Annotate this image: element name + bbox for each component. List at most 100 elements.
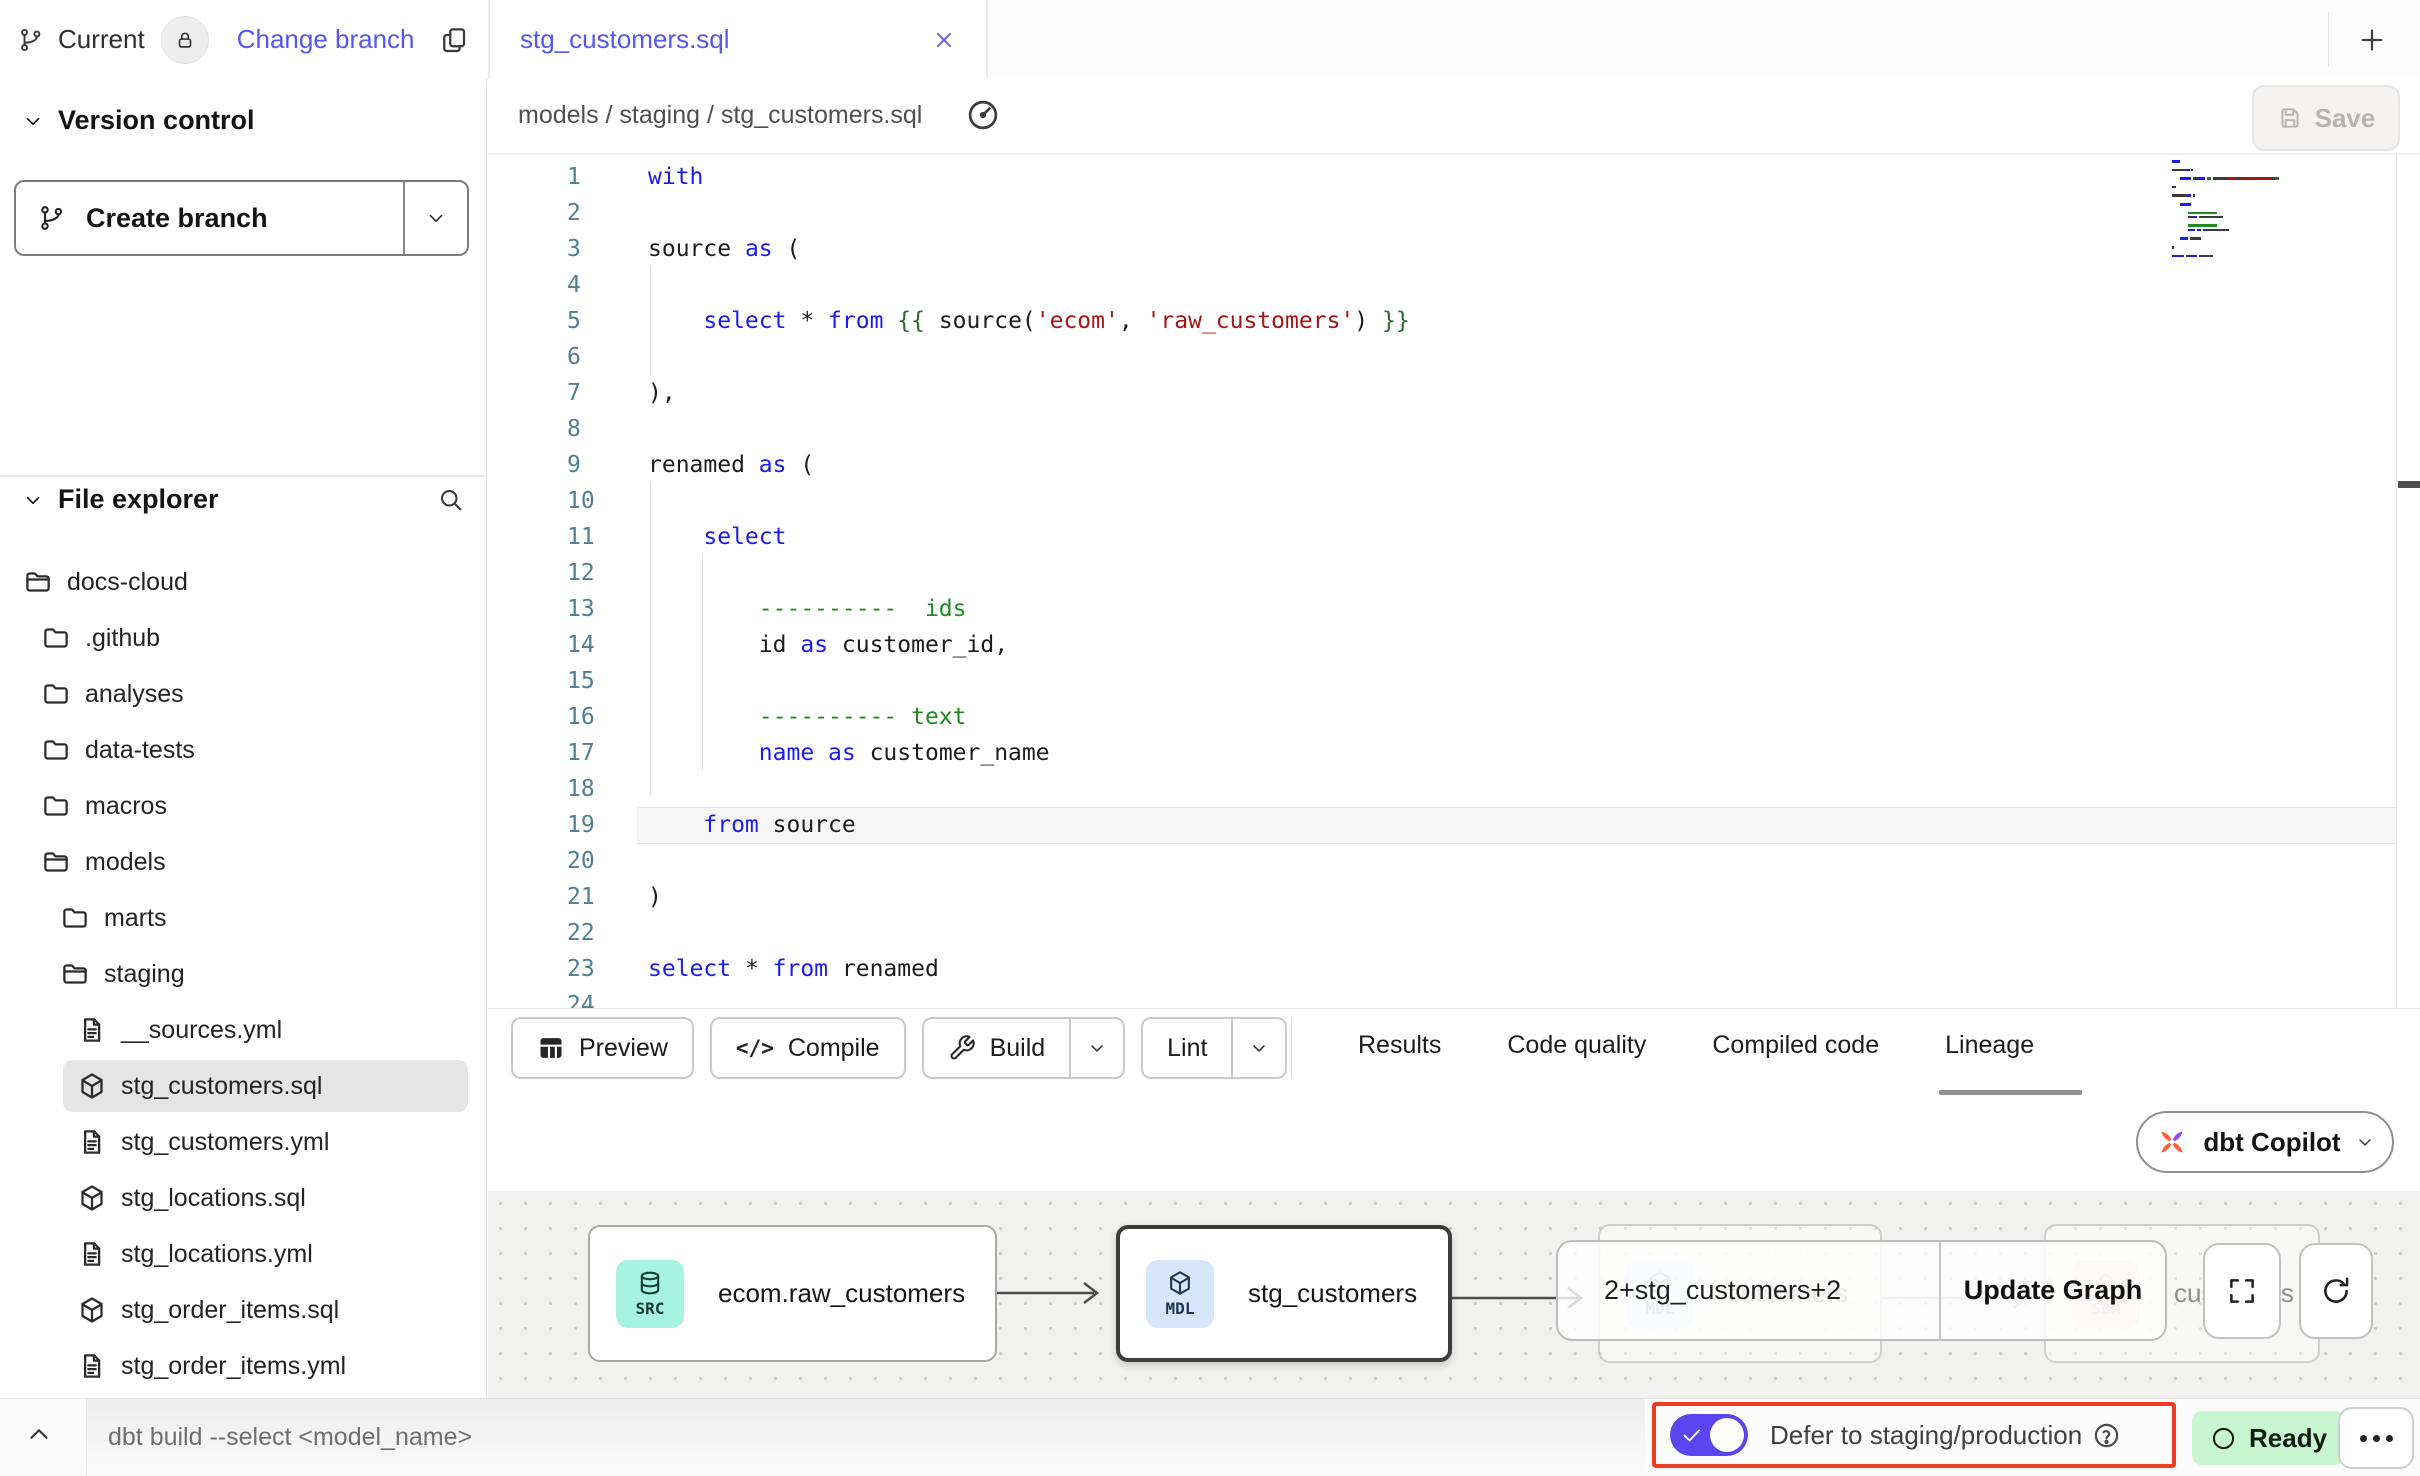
active-tab-underline	[1939, 1090, 2082, 1095]
tab-code-quality[interactable]: Code quality	[1507, 1031, 1646, 1060]
command-input-placeholder[interactable]: dbt build --select <model_name>	[108, 1423, 472, 1452]
file-tree: docs-cloud.githubanalysesdata-testsmacro…	[0, 554, 486, 1394]
build-dropdown[interactable]	[1071, 1019, 1123, 1077]
line-number: 17	[567, 735, 595, 771]
lineage-node-stg_customers[interactable]: MDL stg_customers	[1116, 1225, 1452, 1362]
line-number: 12	[567, 555, 595, 591]
line-number: 10	[567, 483, 595, 519]
file-icon	[77, 1239, 107, 1269]
file-icon	[77, 1127, 107, 1157]
code-editor[interactable]: 123456789101112131415161718192021222324 …	[488, 155, 2420, 1008]
tab-results[interactable]: Results	[1358, 1031, 1441, 1060]
tree-file-stg_locations.yml[interactable]: stg_locations.yml	[0, 1226, 486, 1282]
tab-stg-customers-sql[interactable]: stg_customers.sql	[488, 0, 988, 79]
change-branch-link[interactable]: Change branch	[237, 24, 415, 55]
compile-button[interactable]: </>Compile	[710, 1017, 906, 1079]
help-icon[interactable]	[2092, 1421, 2121, 1450]
tree-folder-macros[interactable]: macros	[0, 778, 486, 834]
file-icon	[77, 1015, 107, 1045]
tree-folder-docs-cloud[interactable]: docs-cloud	[0, 554, 486, 610]
folder-open-icon	[23, 567, 53, 597]
file-explorer-header[interactable]: File explorer	[22, 484, 465, 515]
dbt-cloud-ide: Current Change branch stg_customers.sql …	[0, 0, 2420, 1476]
ready-label: Ready	[2249, 1423, 2327, 1454]
dbt-copilot-button[interactable]: dbt Copilot	[2136, 1111, 2394, 1173]
line-number: 22	[567, 915, 595, 951]
build-button[interactable]: Build	[922, 1017, 1126, 1079]
folder-icon	[41, 735, 71, 765]
search-icon[interactable]	[437, 486, 465, 514]
node-label: stg_customers	[1248, 1278, 1417, 1309]
save-button[interactable]: Save	[2252, 85, 2400, 151]
lint-button[interactable]: Lint	[1141, 1017, 1287, 1079]
gauge-icon[interactable]	[965, 97, 1001, 133]
copy-icon[interactable]	[439, 25, 469, 55]
line-number: 21	[567, 879, 595, 915]
code-line	[648, 195, 1410, 231]
chevron-down-icon	[2355, 1132, 2375, 1152]
breadcrumb: models / staging / stg_customers.sql	[518, 101, 922, 130]
top-bar: Current Change branch stg_customers.sql	[0, 0, 2420, 79]
tree-folder-models[interactable]: models	[0, 834, 486, 890]
button-label: Preview	[579, 1034, 668, 1063]
refresh-button[interactable]	[2299, 1243, 2373, 1339]
tab-compiled-code[interactable]: Compiled code	[1712, 1031, 1879, 1060]
fullscreen-button[interactable]	[2203, 1243, 2281, 1339]
tree-file-__sources.yml[interactable]: __sources.yml	[0, 1002, 486, 1058]
sidebar: Version control Create branch File explo…	[0, 79, 487, 1398]
tree-file-stg_locations.sql[interactable]: stg_locations.sql	[0, 1170, 486, 1226]
tree-item-label: marts	[104, 904, 167, 933]
defer-annotation-box: Defer to staging/production	[1652, 1402, 2176, 1468]
line-number: 23	[567, 951, 595, 987]
tree-folder-analyses[interactable]: analyses	[0, 666, 486, 722]
create-branch-dropdown[interactable]	[405, 207, 467, 229]
tree-folder-staging[interactable]: staging	[0, 946, 486, 1002]
update-graph-button[interactable]: Update Graph	[1941, 1275, 2165, 1306]
collapse-panel-button[interactable]	[24, 1419, 54, 1449]
lineage-node-ecom.raw_customers[interactable]: SRCecom.raw_customers	[588, 1225, 997, 1362]
code-line: renamed as (	[648, 447, 1410, 483]
new-tab-button[interactable]	[2344, 20, 2400, 60]
line-number: 11	[567, 519, 595, 555]
tab-lineage[interactable]: Lineage	[1945, 1031, 2034, 1060]
line-number: 6	[567, 339, 595, 375]
lineage-canvas[interactable]: SRCecom.raw_customers MDL stg_customersMDL…	[488, 1191, 2420, 1399]
defer-toggle[interactable]	[1670, 1414, 1748, 1456]
code-line: select * from {{ source('ecom', 'raw_cus…	[648, 303, 1410, 339]
lint-dropdown[interactable]	[1233, 1019, 1285, 1077]
tree-folder-marts[interactable]: marts	[0, 890, 486, 946]
code-line	[648, 987, 1410, 1008]
more-options-button[interactable]	[2338, 1407, 2414, 1469]
code-line: with	[648, 159, 1410, 195]
tree-file-stg_order_items.yml[interactable]: stg_order_items.yml	[0, 1338, 486, 1394]
code-line	[648, 411, 1410, 447]
file-explorer-divider	[0, 475, 487, 477]
close-icon[interactable]	[932, 28, 956, 52]
minimap[interactable]	[2172, 159, 2322, 262]
lineage-selector-input[interactable]: 2+stg_customers+2	[1558, 1275, 1939, 1306]
tree-file-stg_order_items.sql[interactable]: stg_order_items.sql	[0, 1282, 486, 1338]
model-badge: MDL	[1146, 1260, 1214, 1328]
node-label: ecom.raw_customers	[718, 1278, 965, 1309]
create-branch-main[interactable]: Create branch	[16, 203, 403, 234]
lineage-selector-bar: 2+stg_customers+2 Update Graph	[1556, 1240, 2167, 1341]
scrollbar-track[interactable]	[2396, 155, 2397, 1008]
tree-file-stg_customers.yml[interactable]: stg_customers.yml	[0, 1114, 486, 1170]
code-line: name as customer_name	[648, 735, 1410, 771]
line-number: 13	[567, 591, 595, 627]
tab-strip	[924, 0, 2420, 81]
bottom-panel: Preview </>Compile BuildLint Results Code q…	[488, 1008, 2420, 1398]
toolbar-divider	[1291, 1017, 1292, 1077]
tree-file-stg_customers.sql[interactable]: stg_customers.sql	[0, 1058, 486, 1114]
tree-folder-data-tests[interactable]: data-tests	[0, 722, 486, 778]
create-branch-button[interactable]: Create branch	[14, 180, 469, 256]
tree-folder-.github[interactable]: .github	[0, 610, 486, 666]
status-badge: Ready	[2192, 1411, 2345, 1465]
line-number: 5	[567, 303, 595, 339]
button-label: Compile	[788, 1034, 880, 1063]
chevron-down-icon	[425, 207, 447, 229]
version-control-header[interactable]: Version control	[22, 105, 255, 136]
preview-button[interactable]: Preview	[511, 1017, 694, 1079]
code-line: select * from renamed	[648, 951, 1410, 987]
model-icon	[77, 1295, 107, 1325]
